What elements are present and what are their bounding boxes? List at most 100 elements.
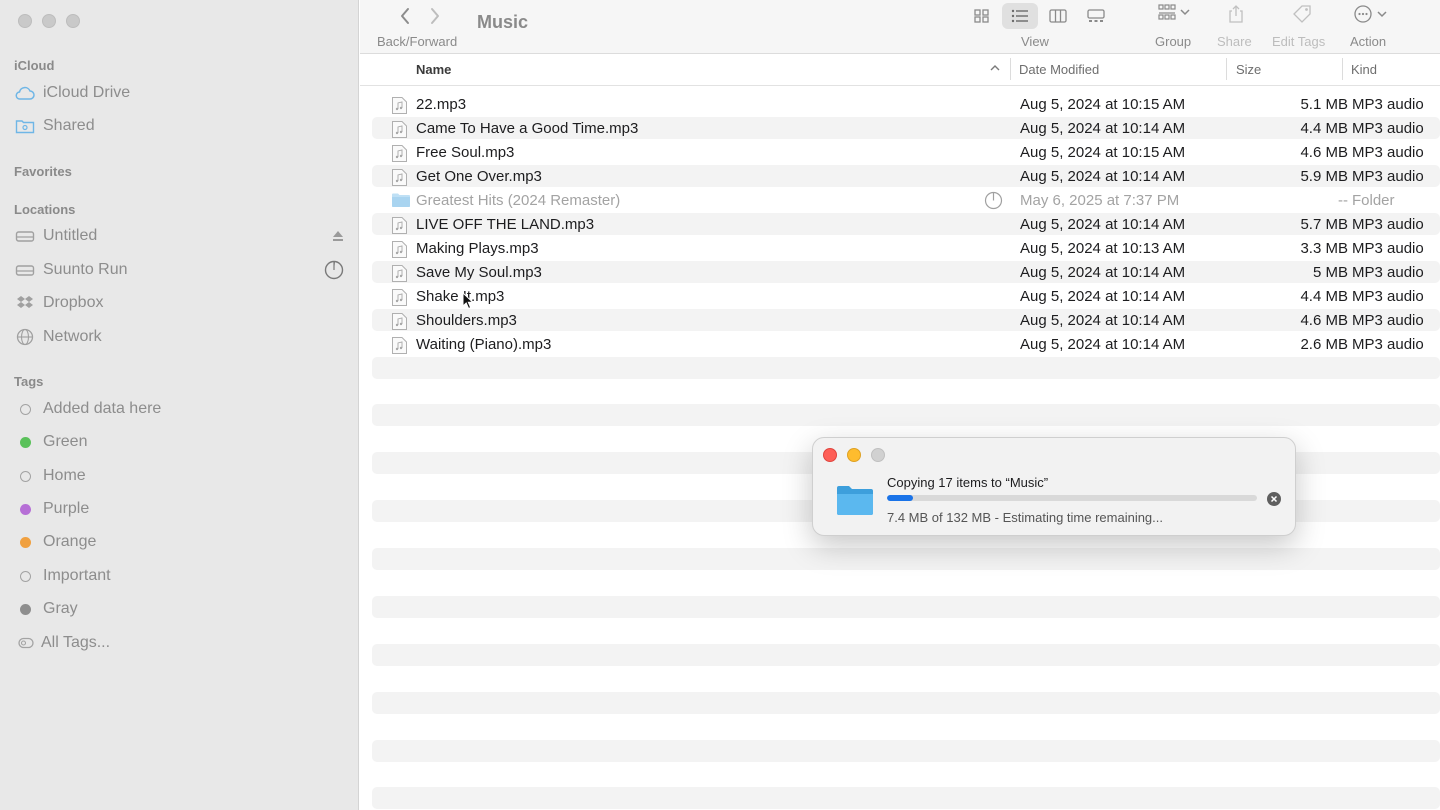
column-divider[interactable] <box>1010 58 1011 80</box>
file-kind: Folder <box>1352 192 1395 209</box>
copy-dialog-title: Copying 17 items to “Music” <box>887 475 1049 490</box>
tag-item-gray[interactable]: Gray <box>14 596 344 622</box>
file-row[interactable]: 22.mp3 Aug 5, 2024 at 10:15 AM 5.1 MB MP… <box>372 93 1440 117</box>
chevron-left-icon <box>401 8 409 24</box>
columns-icon <box>1049 9 1067 23</box>
file-row[interactable]: Shake It.mp3 Aug 5, 2024 at 10:14 AM 4.4… <box>372 285 1440 309</box>
icon-view-button[interactable] <box>964 3 1000 29</box>
drive-icon <box>14 227 36 245</box>
progress-pie-icon <box>984 191 1003 214</box>
list-view-button[interactable] <box>1002 3 1038 29</box>
tag-item-home[interactable]: Home <box>14 463 344 489</box>
file-kind: MP3 audio <box>1352 144 1424 161</box>
forward-button[interactable] <box>428 6 442 32</box>
cancel-copy-button[interactable] <box>1267 492 1281 506</box>
file-size: 5.9 MB <box>1300 168 1348 185</box>
close-window-button[interactable] <box>18 14 32 28</box>
file-kind: MP3 audio <box>1352 240 1424 257</box>
file-row[interactable]: Shoulders.mp3 Aug 5, 2024 at 10:14 AM 4.… <box>372 309 1440 333</box>
file-date: Aug 5, 2024 at 10:14 AM <box>1020 168 1186 185</box>
audio-file-icon <box>391 168 408 191</box>
dialog-close-button[interactable] <box>823 448 837 462</box>
sort-ascending-icon[interactable] <box>989 61 1001 76</box>
sidebar: iCloud iCloud Drive Shared Favorites Loc… <box>0 0 359 810</box>
sidebar-item-icloud-drive[interactable]: iCloud Drive <box>14 80 344 106</box>
file-kind: MP3 audio <box>1352 264 1424 281</box>
audio-file-icon <box>391 144 408 167</box>
column-name[interactable]: Name <box>416 62 451 77</box>
file-date: Aug 5, 2024 at 10:13 AM <box>1020 240 1186 257</box>
file-name: LIVE OFF THE LAND.mp3 <box>416 216 595 233</box>
file-row[interactable]: Making Plays.mp3 Aug 5, 2024 at 10:13 AM… <box>372 237 1440 261</box>
dialog-minimize-button[interactable] <box>847 448 861 462</box>
file-name: Shake It.mp3 <box>416 288 505 305</box>
file-name: Making Plays.mp3 <box>416 240 539 257</box>
sidebar-heading-locations: Locations <box>14 202 76 217</box>
sidebar-item-untitled[interactable]: Untitled <box>14 223 344 249</box>
folder-icon <box>391 192 411 212</box>
file-date: Aug 5, 2024 at 10:14 AM <box>1020 288 1186 305</box>
audio-file-icon <box>391 216 408 239</box>
drive-icon <box>14 261 36 279</box>
share-icon <box>1229 5 1243 23</box>
share-button[interactable] <box>1227 4 1245 24</box>
sidebar-item-network[interactable]: Network <box>14 324 344 350</box>
back-button[interactable] <box>398 6 412 32</box>
file-name: Free Soul.mp3 <box>416 144 515 161</box>
tag-item-green[interactable]: Green <box>14 429 344 455</box>
tag-dot-icon <box>20 436 31 448</box>
column-size[interactable]: Size <box>1236 62 1261 77</box>
file-row[interactable]: Free Soul.mp3 Aug 5, 2024 at 10:15 AM 4.… <box>372 141 1440 165</box>
edit-tags-button[interactable] <box>1291 4 1313 24</box>
column-divider[interactable] <box>1226 58 1227 80</box>
chevron-down-icon <box>1377 11 1387 18</box>
action-button[interactable] <box>1353 4 1387 24</box>
tag-circle-icon <box>20 570 31 582</box>
column-divider[interactable] <box>1342 58 1343 80</box>
file-row[interactable]: Waiting (Piano).mp3 Aug 5, 2024 at 10:14… <box>372 333 1440 357</box>
tag-item-purple[interactable]: Purple <box>14 496 344 522</box>
tag-item-orange[interactable]: Orange <box>14 529 344 555</box>
tag-label: All Tags... <box>41 634 111 651</box>
eject-icon[interactable] <box>332 230 344 242</box>
file-row[interactable]: Came To Have a Good Time.mp3 Aug 5, 2024… <box>372 117 1440 141</box>
gallery-icon <box>1087 9 1105 22</box>
column-view-button[interactable] <box>1040 3 1076 29</box>
sidebar-item-dropbox[interactable]: Dropbox <box>14 290 344 316</box>
network-icon <box>14 328 36 346</box>
sidebar-heading-tags: Tags <box>14 374 44 389</box>
sidebar-item-suunto-run[interactable]: Suunto Run <box>14 257 344 283</box>
tag-dot-icon <box>20 536 31 548</box>
audio-file-icon <box>391 240 408 263</box>
tag-item-important[interactable]: Important <box>14 563 344 589</box>
copy-status-text: 7.4 MB of 132 MB - Estimating time remai… <box>887 510 1163 525</box>
gallery-view-button[interactable] <box>1078 3 1114 29</box>
sidebar-heading-icloud: iCloud <box>14 58 55 73</box>
list-icon <box>1011 9 1028 23</box>
file-row[interactable]: LIVE OFF THE LAND.mp3 Aug 5, 2024 at 10:… <box>372 213 1440 237</box>
chevron-right-icon <box>431 8 439 24</box>
tag-label: Gray <box>43 600 78 617</box>
sidebar-item-label: Network <box>43 328 102 345</box>
dialog-zoom-button <box>871 448 885 462</box>
file-date: Aug 5, 2024 at 10:15 AM <box>1020 144 1186 161</box>
file-date: Aug 5, 2024 at 10:15 AM <box>1020 96 1186 113</box>
tag-item-all-tags[interactable]: All Tags... <box>14 630 344 656</box>
column-kind[interactable]: Kind <box>1351 62 1377 77</box>
tag-item-added-data-here[interactable]: Added data here <box>14 396 344 422</box>
sidebar-item-label: Suunto Run <box>43 261 128 278</box>
file-row[interactable]: Save My Soul.mp3 Aug 5, 2024 at 10:14 AM… <box>372 261 1440 285</box>
ellipsis-circle-icon <box>1354 5 1372 23</box>
zoom-window-button[interactable] <box>66 14 80 28</box>
folder-row[interactable]: Greatest Hits (2024 Remaster) May 6, 202… <box>372 189 1440 213</box>
group-button[interactable] <box>1158 4 1190 20</box>
file-kind: MP3 audio <box>1352 96 1424 113</box>
file-row[interactable]: Get One Over.mp3 Aug 5, 2024 at 10:14 AM… <box>372 165 1440 189</box>
file-date: Aug 5, 2024 at 10:14 AM <box>1020 120 1186 137</box>
minimize-window-button[interactable] <box>42 14 56 28</box>
column-date-modified[interactable]: Date Modified <box>1019 62 1099 77</box>
grid-icon <box>974 9 989 23</box>
sidebar-item-shared[interactable]: Shared <box>14 113 344 139</box>
view-mode-control <box>964 3 1114 29</box>
tag-dot-icon <box>20 603 31 615</box>
